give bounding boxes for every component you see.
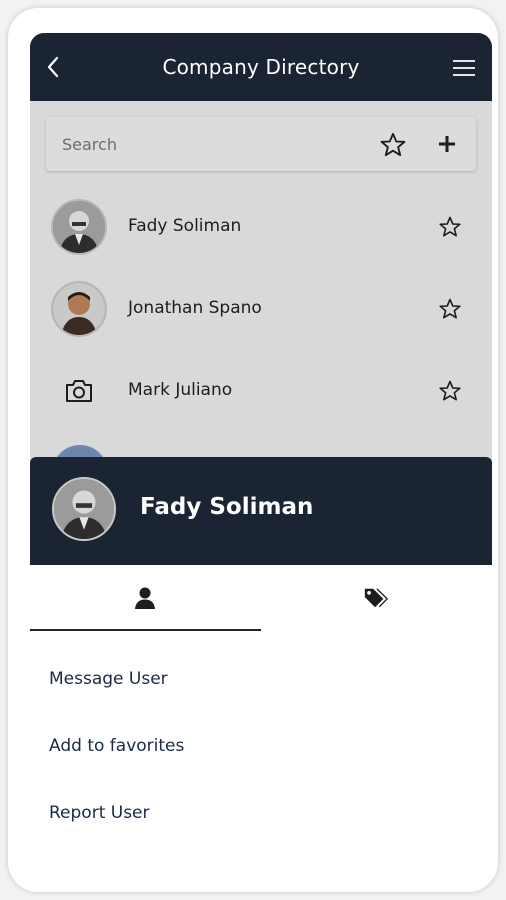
star-outline-icon (439, 298, 461, 319)
favorite-toggle[interactable] (438, 379, 462, 403)
avatar-placeholder (64, 378, 94, 404)
tab-profile[interactable] (30, 565, 261, 631)
tags-icon (364, 588, 389, 608)
contact-row[interactable]: Mark Juliano (30, 350, 492, 432)
person-icon (135, 587, 155, 609)
device-frame: Company Directory Search Fady Soliman Jo… (8, 8, 498, 892)
favorites-filter-button[interactable] (379, 131, 407, 159)
avatar (51, 199, 107, 255)
app-bar: Company Directory (30, 33, 492, 101)
contact-sheet-header: Fady Soliman (30, 457, 492, 565)
avatar (52, 477, 116, 541)
app-screen: Company Directory Search Fady Soliman Jo… (30, 33, 492, 888)
search-bar (46, 117, 476, 171)
menu-button[interactable] (452, 59, 476, 77)
add-contact-button[interactable] (436, 133, 458, 155)
star-outline-icon (380, 132, 406, 157)
avatar (51, 281, 107, 337)
page-title: Company Directory (162, 55, 360, 79)
favorite-toggle[interactable] (438, 215, 462, 239)
tab-tags[interactable] (261, 565, 492, 631)
favorite-toggle[interactable] (438, 297, 462, 321)
message-user-action[interactable]: Message User (49, 669, 168, 689)
contact-sheet-body: Message User Add to favorites Report Use… (30, 565, 492, 888)
hamburger-menu-icon (453, 60, 475, 76)
star-outline-icon (439, 380, 461, 401)
contact-name: Jonathan Spano (128, 298, 262, 318)
contact-row[interactable]: Fady Soliman (30, 186, 492, 268)
contact-name: Fady Soliman (128, 216, 242, 236)
report-user-action[interactable]: Report User (49, 803, 150, 823)
camera-icon (66, 380, 92, 402)
person-photo (53, 201, 105, 253)
person-photo (53, 283, 105, 335)
contact-name: Mark Juliano (128, 380, 233, 400)
add-to-favorites-action[interactable]: Add to favorites (49, 736, 184, 756)
star-outline-icon (439, 216, 461, 237)
contact-sheet-name: Fady Soliman (140, 494, 314, 520)
person-photo (54, 479, 114, 539)
contact-row[interactable]: Jonathan Spano (30, 268, 492, 350)
plus-icon (439, 136, 455, 152)
search-input[interactable] (62, 133, 342, 155)
